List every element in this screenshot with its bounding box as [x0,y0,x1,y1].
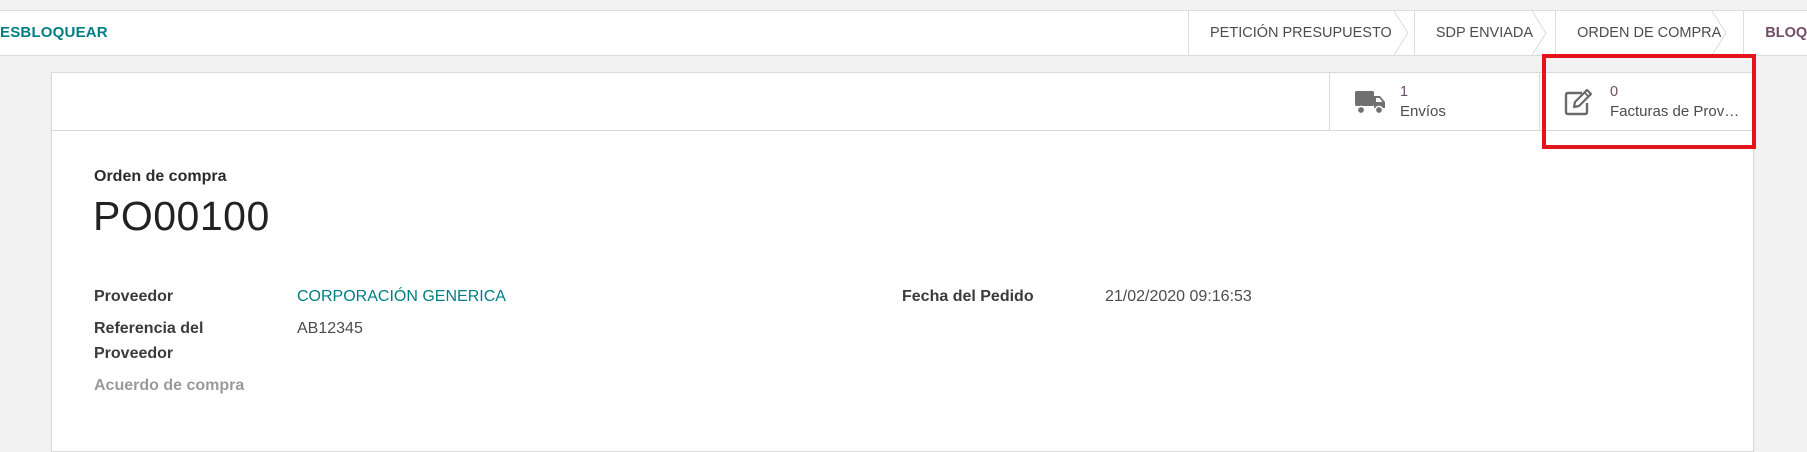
order-date-value[interactable]: 21/02/2020 09:16:53 [1105,284,1252,309]
status-bar: ESBLOQUEAR PETICIÓN PRESUPUESTO SDP ENVI… [0,10,1807,56]
vendor-bills-count: 0 [1610,84,1619,100]
order-date-label: Fecha del Pedido [902,288,1034,305]
shipments-label: Envíos [1400,103,1446,120]
pencil-square-icon [1564,88,1593,116]
document-type-label: Orden de compra [94,168,227,185]
vendor-bills-smart-button[interactable]: 0 Facturas de Prov… [1539,73,1753,131]
vendor-bills-label: Facturas de Prov… [1610,103,1740,120]
truck-icon [1355,91,1385,115]
purchase-agreement-label: Acuerdo de compra [94,377,245,394]
vendor-reference-label-line2: Proveedor [94,345,174,362]
vendor-label: Proveedor [94,288,174,305]
form-sheet: 1 Envíos 0 Facturas de Prov… [51,72,1754,452]
vendor-link[interactable]: CORPORACIÓN GENERICA [297,284,506,309]
document-number: PO00100 [93,193,270,239]
vendor-reference-value[interactable]: AB12345 [297,316,363,341]
smart-button-box: 1 Envíos 0 Facturas de Prov… [52,73,1753,131]
shipments-count: 1 [1400,84,1409,100]
stage-separator-chevrons [1393,11,1727,55]
vendor-reference-label-line1: Referencia del [94,320,204,337]
shipments-smart-button[interactable]: 1 Envíos [1329,73,1539,131]
